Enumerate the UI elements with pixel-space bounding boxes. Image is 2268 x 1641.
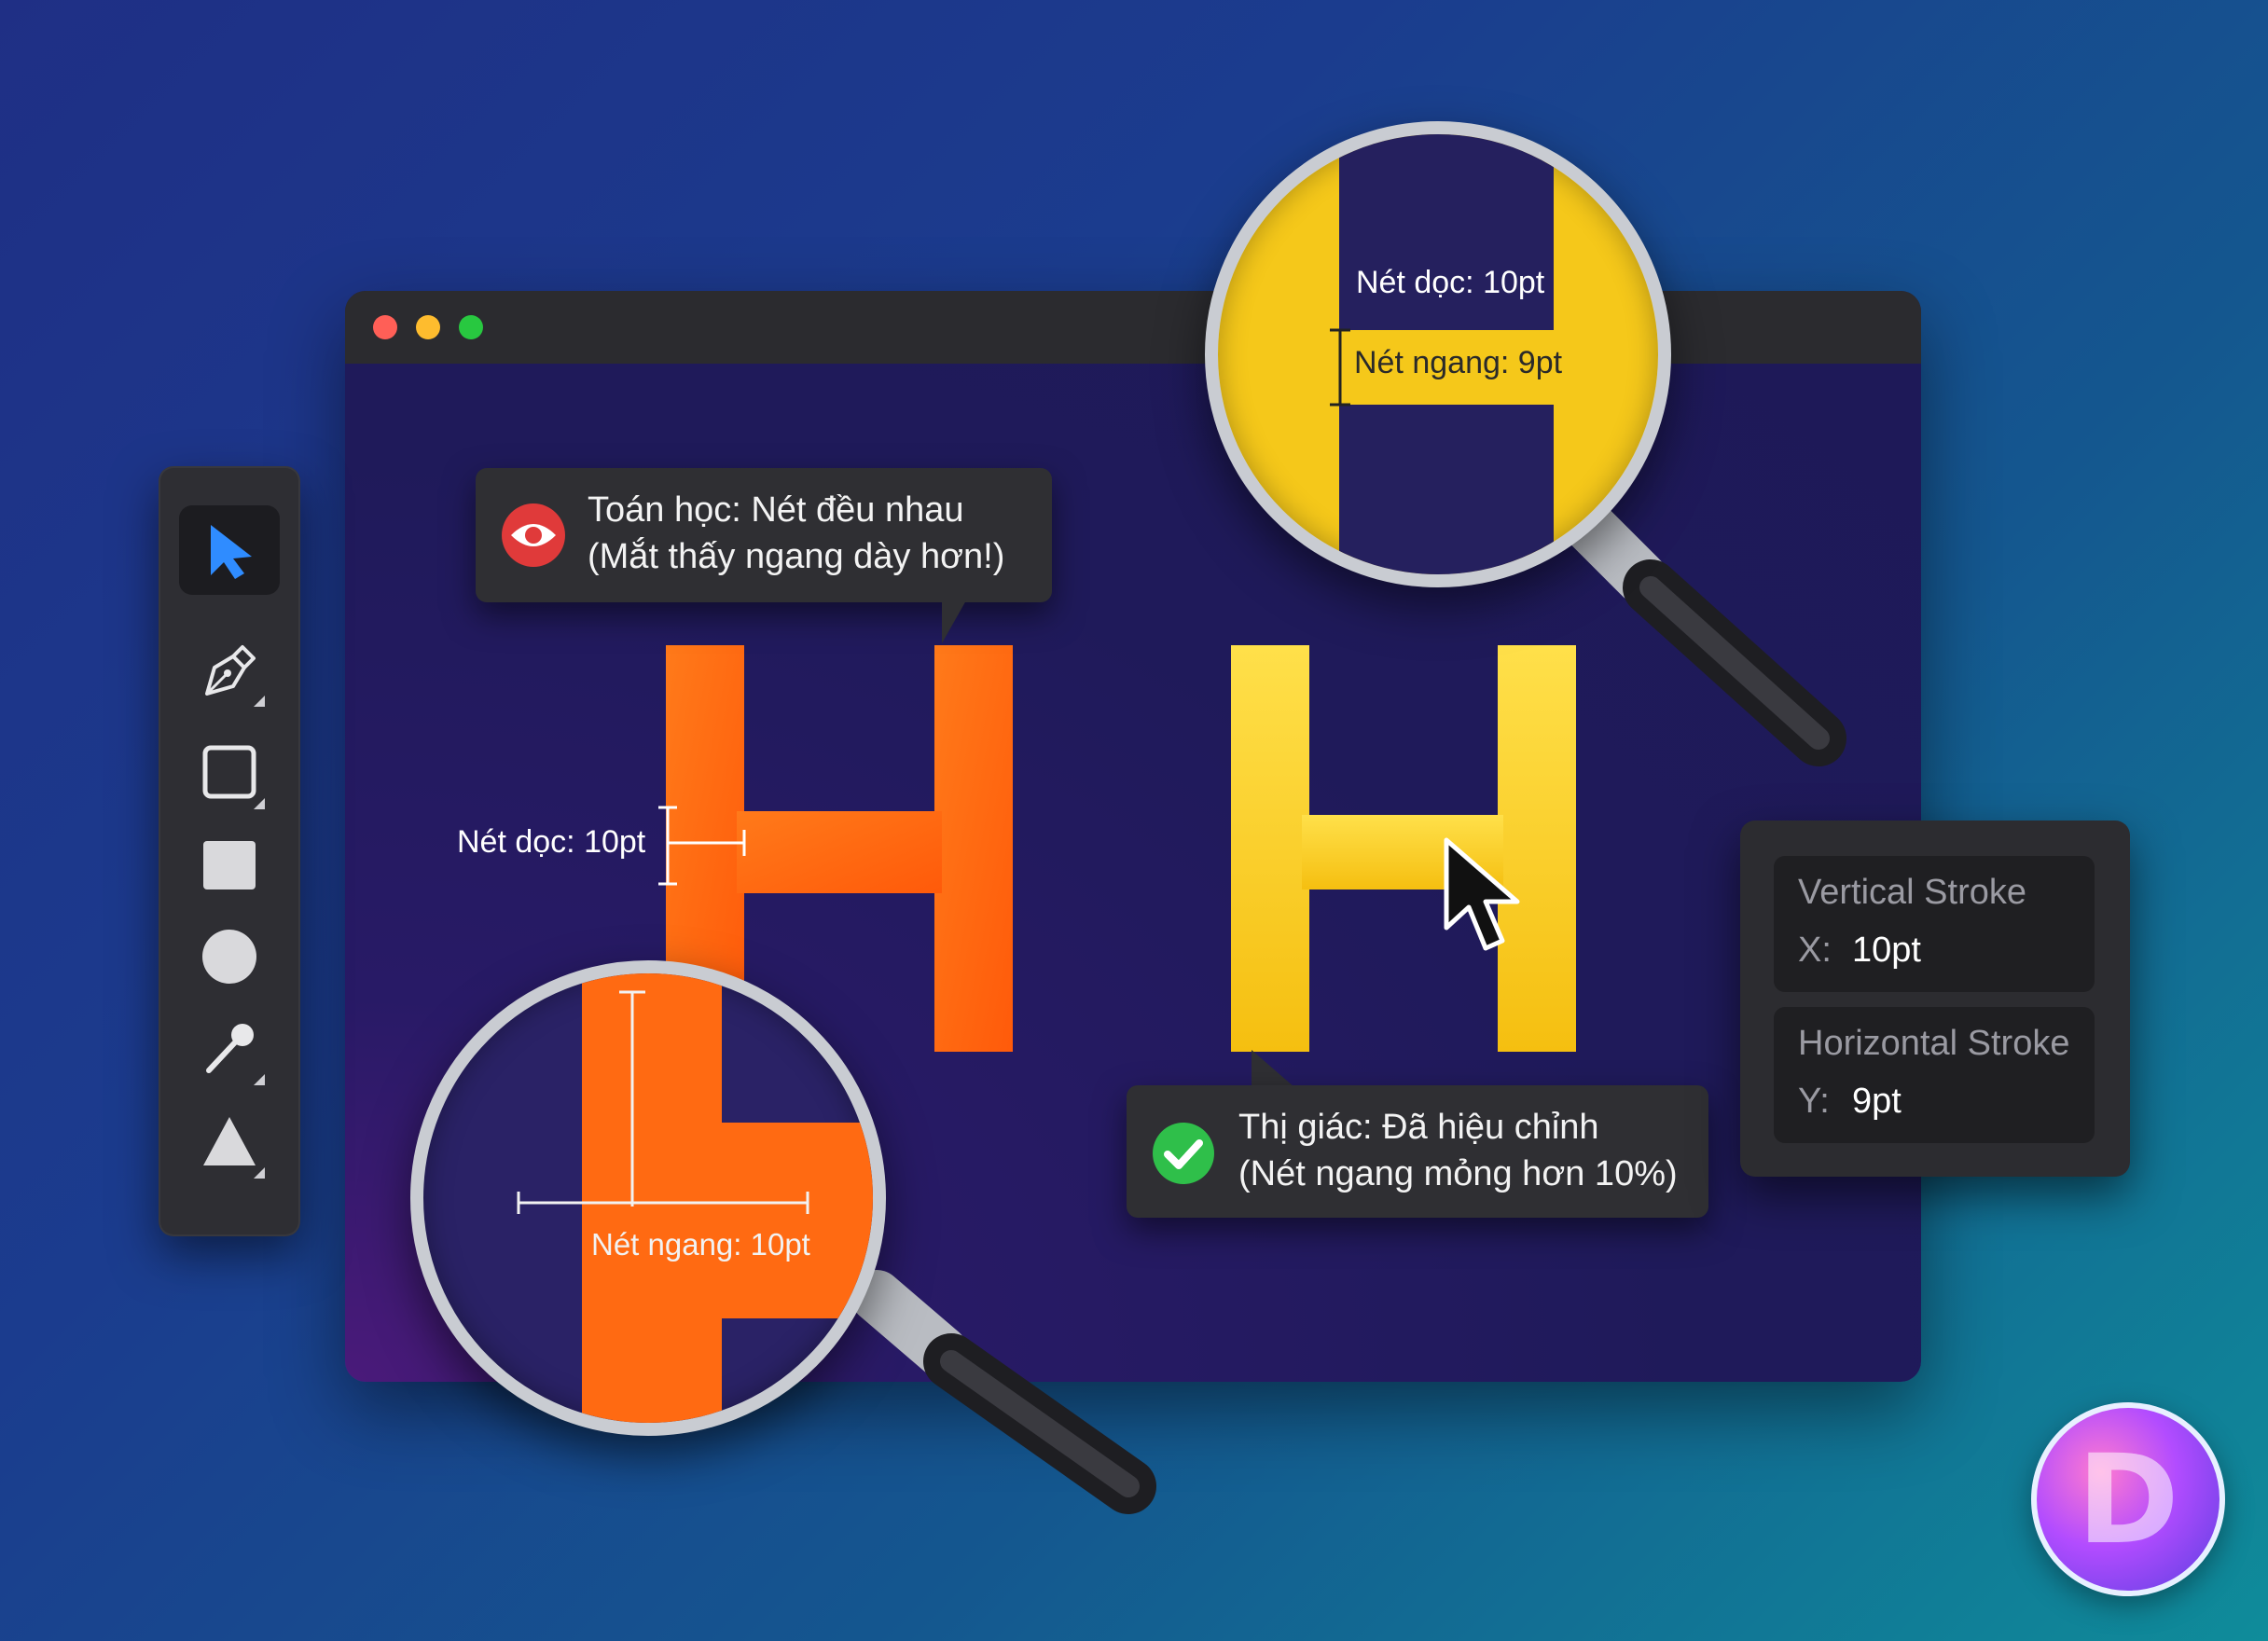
h-left-stem	[1231, 645, 1309, 1052]
h-crossbar	[737, 811, 942, 893]
triangle-icon	[203, 1117, 256, 1165]
rectangle-fill-tool-button[interactable]	[179, 820, 280, 910]
window-titlebar	[345, 291, 1921, 364]
tooltip-mathematical: Toán học: Nét đều nhau (Mắt thấy ngang d…	[476, 468, 1052, 602]
stroke-properties-panel: Vertical Stroke X: 10pt Horizontal Strok…	[1740, 820, 2130, 1177]
left-vertical-measure-label: Nét dọc: 10pt	[457, 824, 646, 860]
canvas-scene: { "window": { "traffic_lights": { "close…	[0, 0, 2268, 1641]
tools-panel	[159, 466, 300, 1236]
rectangle-outline-tool-button[interactable]	[179, 727, 280, 817]
logo-letter: D	[2077, 1428, 2179, 1572]
checkmark-icon	[1153, 1123, 1214, 1184]
vertical-stroke-field[interactable]: Vertical Stroke X: 10pt	[1774, 856, 2095, 992]
mouse-pointer-icon	[1444, 837, 1520, 951]
magnifier-handle	[1559, 496, 1846, 766]
magnifier-lens-bottom: Nét ngang: 10pt	[410, 960, 886, 1436]
submenu-indicator-icon	[254, 696, 265, 707]
brand-logo: D	[2031, 1402, 2225, 1596]
horizontal-stroke-value[interactable]: 9pt	[1852, 1082, 1902, 1122]
left-horizontal-measure-label: Nét ngang: 10pt	[591, 1227, 810, 1262]
close-window-button[interactable]	[373, 315, 397, 339]
ellipse-icon	[202, 930, 256, 984]
vertical-stroke-axis: X:	[1798, 931, 1832, 970]
right-horizontal-measure-label: Nét ngang: 9pt	[1354, 345, 1563, 380]
tooltip-math-line1: Toán học: Nét đều nhau	[588, 490, 964, 530]
submenu-indicator-icon	[254, 1167, 265, 1179]
rectangle-fill-icon	[203, 841, 256, 889]
rectangle-outline-icon	[202, 745, 256, 799]
magnifier-handle	[850, 1270, 1156, 1514]
triangle-tool-button[interactable]	[179, 1096, 280, 1186]
horizontal-stroke-field[interactable]: Horizontal Stroke Y: 9pt	[1774, 1007, 2095, 1143]
tooltip-visual: Thị giác: Đã hiệu chỉnh (Nét ngang mỏng …	[1127, 1085, 1708, 1218]
dimension-marker	[658, 806, 746, 886]
tooltip-pointer	[942, 600, 966, 643]
right-vertical-measure-label: Nét dọc: 10pt	[1356, 265, 1545, 300]
select-tool-button[interactable]	[179, 505, 280, 595]
pen-tool-icon	[205, 645, 256, 696]
ellipse-tool-button[interactable]	[179, 912, 280, 1001]
vertical-stroke-title: Vertical Stroke	[1798, 873, 2026, 912]
eyedropper-icon	[206, 1024, 254, 1073]
minimize-window-button[interactable]	[416, 315, 440, 339]
tooltip-math-line2: (Mắt thấy ngang dày hơn!)	[588, 537, 1005, 576]
pen-tool-button[interactable]	[179, 625, 280, 714]
tooltip-visual-line1: Thị giác: Đã hiệu chỉnh	[1238, 1108, 1599, 1147]
vertical-stroke-value[interactable]: 10pt	[1852, 931, 1921, 971]
horizontal-stroke-title: Horizontal Stroke	[1798, 1024, 2070, 1063]
submenu-indicator-icon	[254, 1074, 265, 1085]
horizontal-stroke-axis: Y:	[1798, 1082, 1830, 1121]
tooltip-visual-line2: (Nét ngang mỏng hơn 10%)	[1238, 1154, 1678, 1193]
h-counter-bottom	[1339, 405, 1554, 574]
h-right-stem	[934, 645, 1013, 1052]
magnifier-lens-top: Nét dọc: 10pt Nét ngang: 9pt	[1205, 121, 1671, 587]
submenu-indicator-icon	[254, 798, 265, 809]
dimension-marker	[1330, 328, 1350, 407]
maximize-window-button[interactable]	[459, 315, 483, 339]
tooltip-pointer	[1252, 1050, 1294, 1087]
eyedropper-tool-button[interactable]	[179, 1003, 280, 1093]
glyph-h-optical	[1231, 645, 1576, 1052]
select-arrow-icon	[211, 525, 252, 579]
eye-icon	[502, 503, 565, 567]
